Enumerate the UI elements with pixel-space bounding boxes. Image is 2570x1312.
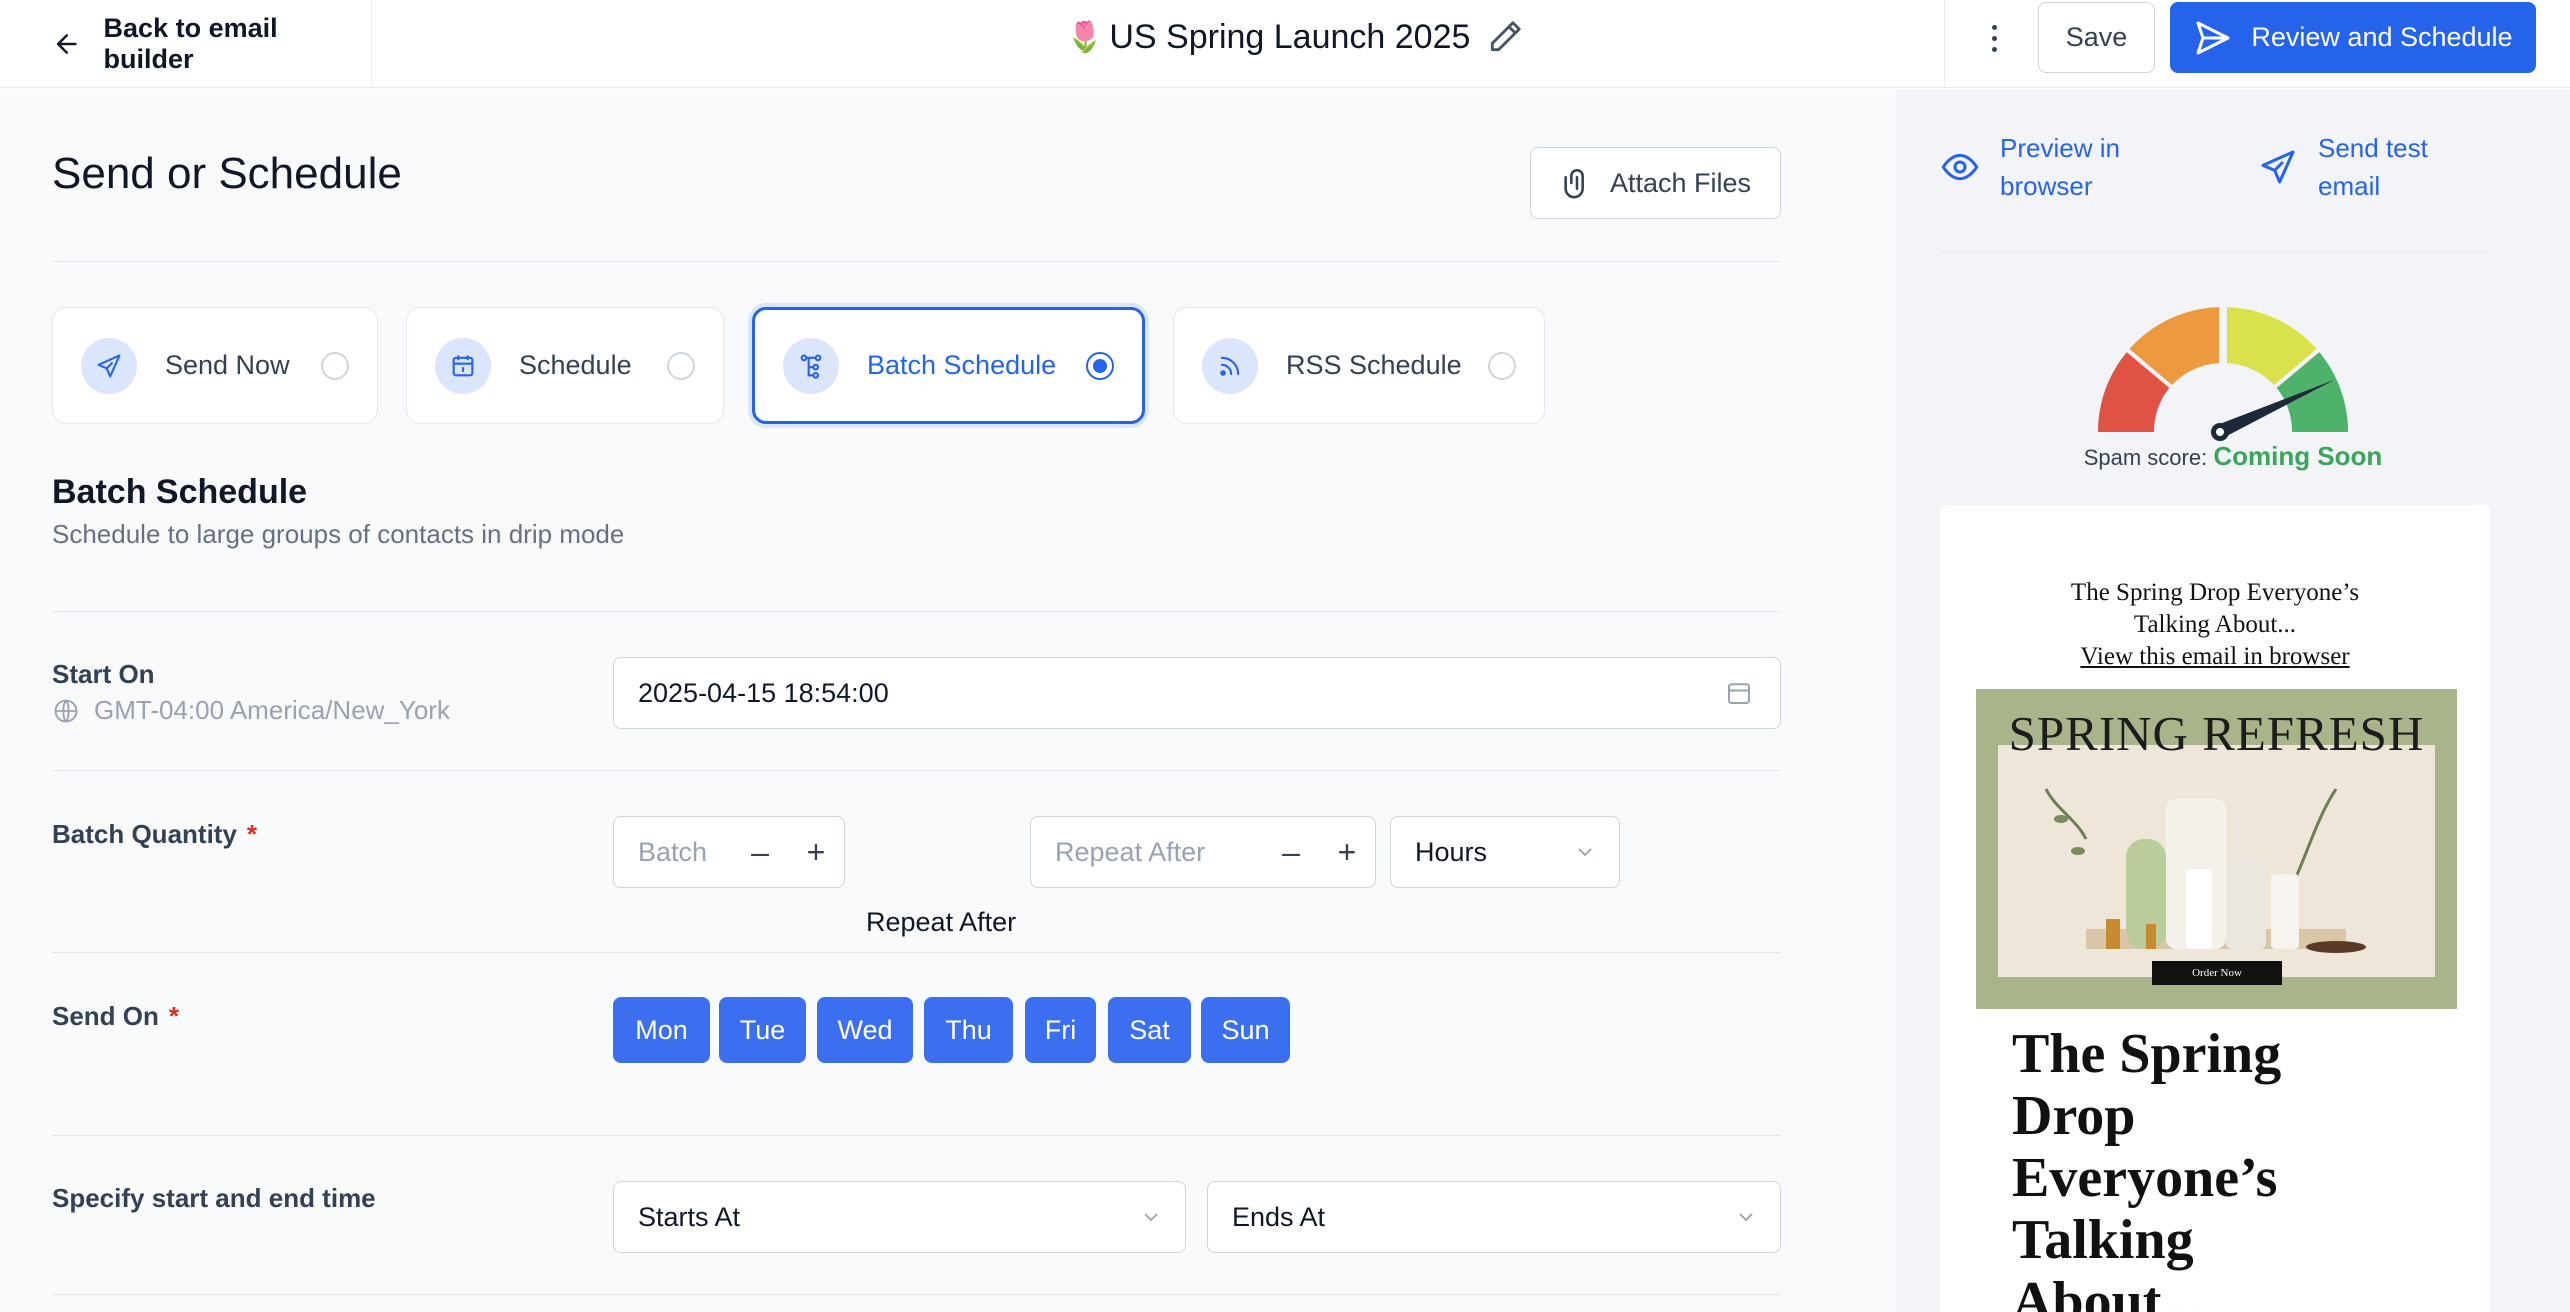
- radio-schedule[interactable]: [667, 351, 695, 380]
- chevron-down-icon: [1578, 848, 1592, 857]
- divider: [52, 952, 1781, 953]
- radio-rss-schedule[interactable]: [1488, 351, 1516, 380]
- products-illustration: [2044, 788, 2366, 953]
- divider: [52, 770, 1781, 771]
- order-now-button[interactable]: Order Now: [2152, 961, 2282, 985]
- starts-at-value: Starts At: [638, 1201, 741, 1232]
- day-wed[interactable]: Wed: [817, 997, 913, 1063]
- divider: [52, 261, 1781, 262]
- rss-icon: [1202, 337, 1258, 394]
- page-title: Send or Schedule: [52, 149, 402, 198]
- divider: [52, 1135, 1781, 1136]
- repeat-after-stepper[interactable]: Repeat After – +: [1030, 816, 1376, 888]
- campaign-title: 🌷 US Spring Launch 2025: [1066, 0, 1524, 74]
- send-icon: [81, 337, 137, 394]
- option-label: Schedule: [519, 350, 632, 380]
- send-test-email-link[interactable]: Send test email: [2258, 129, 2428, 205]
- top-bar: Back to email builder 🌷 US Spring Launch…: [0, 0, 2570, 88]
- section-subtitle: Schedule to large groups of contacts in …: [52, 519, 625, 549]
- preview-headline: The Spring Drop Everyone’s Talking About…: [2012, 1023, 2282, 1312]
- day-mon[interactable]: Mon: [613, 997, 710, 1063]
- repeat-unit-select[interactable]: Hours: [1390, 816, 1620, 888]
- repeat-placeholder: Repeat After: [1055, 836, 1206, 867]
- increment-button[interactable]: +: [1319, 816, 1375, 888]
- save-button[interactable]: Save: [2038, 2, 2155, 73]
- divider: [52, 1294, 1781, 1295]
- hero-banner-image: SPRING REFRESH Order Now: [1976, 689, 2457, 1009]
- day-tue[interactable]: Tue: [719, 997, 806, 1063]
- option-rss-schedule[interactable]: RSS Schedule: [1173, 307, 1545, 424]
- arrow-left-icon: [56, 34, 77, 54]
- option-send-now[interactable]: Send Now: [52, 307, 378, 424]
- spam-score-value: Coming Soon: [2213, 441, 2383, 471]
- timezone-text: GMT-04:00 America/New_York: [94, 695, 450, 725]
- day-sat[interactable]: Sat: [1108, 997, 1191, 1063]
- batch-placeholder: Batch: [638, 836, 708, 867]
- calendar-icon: [435, 337, 491, 394]
- start-on-label: Start On: [52, 659, 155, 689]
- decrement-button[interactable]: –: [732, 816, 788, 888]
- increment-button[interactable]: +: [788, 816, 844, 888]
- email-preview: The Spring Drop Everyone’s Talking About…: [1940, 505, 2490, 1312]
- ends-at-select[interactable]: Ends At: [1207, 1181, 1781, 1253]
- divider: [1940, 251, 2490, 252]
- test-link-line1: Send test: [2318, 133, 2428, 163]
- start-date-input[interactable]: 2025-04-15 18:54:00: [613, 657, 1781, 729]
- divider: [1944, 0, 1945, 88]
- preview-link-line1: Preview in: [2000, 133, 2120, 163]
- send-on-label: Send On *: [52, 1001, 180, 1031]
- attach-files-button[interactable]: Attach Files: [1530, 147, 1781, 219]
- option-label: RSS Schedule: [1286, 350, 1462, 380]
- paperclip-icon: [1564, 169, 1584, 199]
- day-sun[interactable]: Sun: [1201, 997, 1290, 1063]
- batch-quantity-stepper[interactable]: Batch – +: [613, 816, 845, 888]
- main-panel: Send or Schedule Attach Files Send Now S…: [0, 89, 1896, 1312]
- radio-batch-schedule[interactable]: [1086, 351, 1114, 380]
- chevron-down-icon: [1144, 1213, 1158, 1222]
- attach-label: Attach Files: [1609, 167, 1752, 198]
- tulip-icon: 🌷: [1066, 20, 1104, 54]
- spam-gauge: [2097, 307, 2349, 441]
- preview-header: The Spring Drop Everyone’s Talking About…: [1940, 577, 2490, 673]
- spam-score: Spam score: Coming Soon: [2083, 441, 2383, 471]
- pencil-icon[interactable]: [1486, 18, 1524, 56]
- back-label: Back to email builder: [103, 13, 278, 74]
- right-panel: Preview in browser Send test email Spam sc…: [1896, 89, 2570, 1312]
- send-icon: [2261, 150, 2295, 184]
- time-range-label: Specify start and end time: [52, 1183, 376, 1213]
- repeat-after-label: Repeat After: [866, 907, 1017, 937]
- option-batch-schedule[interactable]: Batch Schedule: [752, 307, 1145, 424]
- batch-icon: [783, 337, 839, 394]
- preview-in-browser-link[interactable]: Preview in browser: [1940, 129, 2120, 205]
- start-date-value: 2025-04-15 18:54:00: [638, 677, 889, 708]
- eye-icon: [1941, 153, 1979, 181]
- repeat-unit-value: Hours: [1415, 836, 1488, 867]
- day-fri[interactable]: Fri: [1025, 997, 1096, 1063]
- batch-quantity-label: Batch Quantity *: [52, 819, 258, 849]
- campaign-title-text: US Spring Launch 2025: [1109, 17, 1471, 56]
- divider: [52, 611, 1781, 612]
- radio-send-now[interactable]: [321, 351, 349, 380]
- timezone: GMT-04:00 America/New_York: [52, 695, 450, 726]
- option-label: Batch Schedule: [867, 350, 1057, 380]
- day-thu[interactable]: Thu: [924, 997, 1013, 1063]
- option-label: Send Now: [165, 350, 290, 380]
- view-in-browser-link[interactable]: View this email in browser: [1940, 641, 2490, 673]
- banner-title: SPRING REFRESH: [2008, 706, 2425, 761]
- starts-at-select[interactable]: Starts At: [613, 1181, 1186, 1253]
- review-label: Review and Schedule: [2251, 22, 2513, 52]
- review-and-schedule-button[interactable]: Review and Schedule: [2170, 2, 2536, 73]
- decrement-button[interactable]: –: [1263, 816, 1319, 888]
- section-title: Batch Schedule: [52, 473, 308, 511]
- more-options-icon[interactable]: [1978, 18, 2010, 58]
- globe-icon: [54, 699, 78, 722]
- test-link-line2: email: [2318, 171, 2381, 201]
- option-schedule[interactable]: Schedule: [406, 307, 724, 424]
- send-icon: [2196, 21, 2230, 54]
- chevron-down-icon: [1739, 1213, 1753, 1222]
- calendar-icon[interactable]: [1724, 678, 1754, 708]
- back-button[interactable]: Back to email builder: [0, 0, 372, 88]
- ends-at-value: Ends At: [1232, 1201, 1326, 1232]
- preview-link-line2: browser: [2000, 171, 2093, 201]
